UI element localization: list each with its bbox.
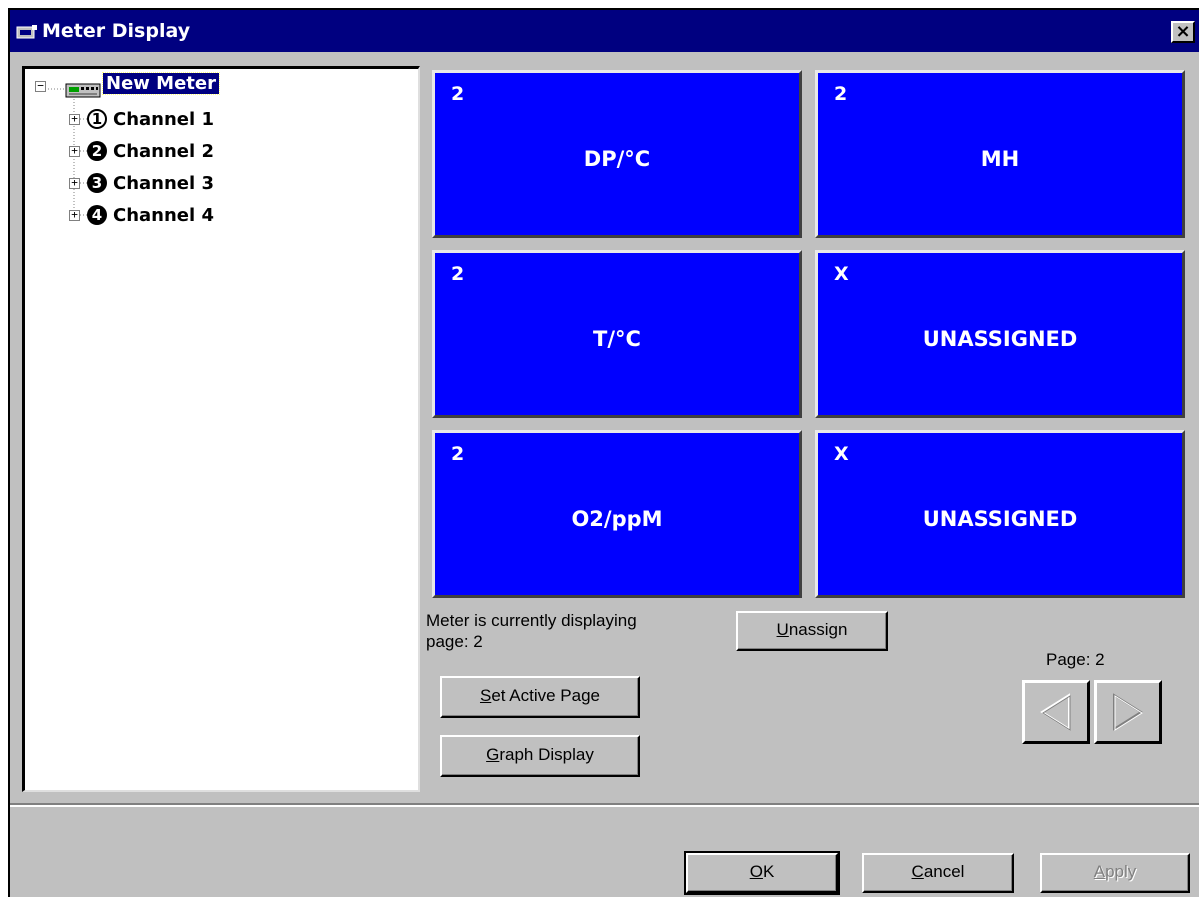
channel-1-icon: 1: [87, 109, 107, 129]
tile-label: DP/°C: [583, 147, 651, 171]
close-button[interactable]: ×: [1171, 21, 1195, 43]
display-tile-4[interactable]: X UNASSIGNED: [815, 250, 1185, 418]
window-app-icon: [16, 25, 37, 39]
channel-2-icon: 2: [87, 141, 107, 161]
tile-label: MH: [980, 147, 1020, 171]
dialog-separator: [10, 803, 1199, 807]
status-line-1: Meter is currently displaying: [426, 611, 637, 630]
display-tile-1[interactable]: 2 DP/°C: [432, 70, 802, 238]
display-tile-3[interactable]: 2 T/°C: [432, 250, 802, 418]
tree-item-channel-4[interactable]: Channel 4: [113, 205, 214, 226]
tree-collapse-toggle[interactable]: −: [35, 80, 46, 92]
status-line-2: page: 2: [426, 632, 483, 651]
page-indicator: Page: 2: [1046, 650, 1105, 669]
tree-expand-toggle[interactable]: +: [69, 209, 80, 221]
next-page-button[interactable]: [1094, 680, 1162, 744]
tree-expand-toggle[interactable]: +: [69, 113, 80, 125]
display-tile-2[interactable]: 2 MH: [815, 70, 1185, 238]
set-active-page-button[interactable]: Set Active Page: [440, 676, 640, 718]
window-title: Meter Display: [42, 20, 191, 42]
apply-button: Apply: [1040, 853, 1190, 893]
close-icon: ×: [1175, 21, 1191, 42]
tile-channel-number: 2: [451, 443, 465, 465]
tile-channel-number: 2: [451, 263, 465, 285]
tile-channel-number: 2: [451, 83, 465, 105]
tree-item-channel-3[interactable]: Channel 3: [113, 173, 214, 194]
tree-root-new-meter[interactable]: New Meter: [102, 72, 220, 95]
tree-item-channel-2[interactable]: Channel 2: [113, 141, 214, 162]
tile-channel-number: X: [834, 263, 849, 285]
tree-item-channel-1[interactable]: Channel 1: [113, 109, 214, 130]
display-tile-5[interactable]: 2 O2/ppM: [432, 430, 802, 598]
tree-connector-lines: [42, 88, 87, 217]
tile-label: UNASSIGNED: [922, 507, 1078, 531]
ok-button[interactable]: OK: [684, 851, 840, 895]
unassign-button[interactable]: Unassign: [736, 611, 888, 651]
tile-label: T/°C: [593, 327, 641, 351]
meter-display-window: Meter Display × − New Meter + 1 Channel …: [8, 8, 1199, 897]
meter-icon: [65, 83, 101, 98]
channel-4-icon: 4: [87, 205, 107, 225]
graph-display-button[interactable]: Graph Display: [440, 735, 640, 777]
tile-label: O2/ppM: [571, 507, 663, 531]
channel-3-icon: 3: [87, 173, 107, 193]
cancel-button[interactable]: Cancel: [862, 853, 1014, 893]
tile-label: UNASSIGNED: [922, 327, 1078, 351]
tree-expand-toggle[interactable]: +: [69, 145, 80, 157]
meter-tree-view[interactable]: − New Meter + 1 Channel 1 + 2 Channel 2 …: [22, 66, 420, 792]
display-tile-6[interactable]: X UNASSIGNED: [815, 430, 1185, 598]
tree-expand-toggle[interactable]: +: [69, 177, 80, 189]
tile-channel-number: X: [834, 443, 849, 465]
left-arrow-icon: [1040, 693, 1071, 731]
previous-page-button[interactable]: [1022, 680, 1090, 744]
title-bar[interactable]: Meter Display ×: [10, 10, 1199, 52]
right-arrow-icon: [1113, 693, 1143, 731]
tile-channel-number: 2: [834, 83, 848, 105]
active-page-status: Meter is currently displaying page: 2: [426, 610, 637, 652]
